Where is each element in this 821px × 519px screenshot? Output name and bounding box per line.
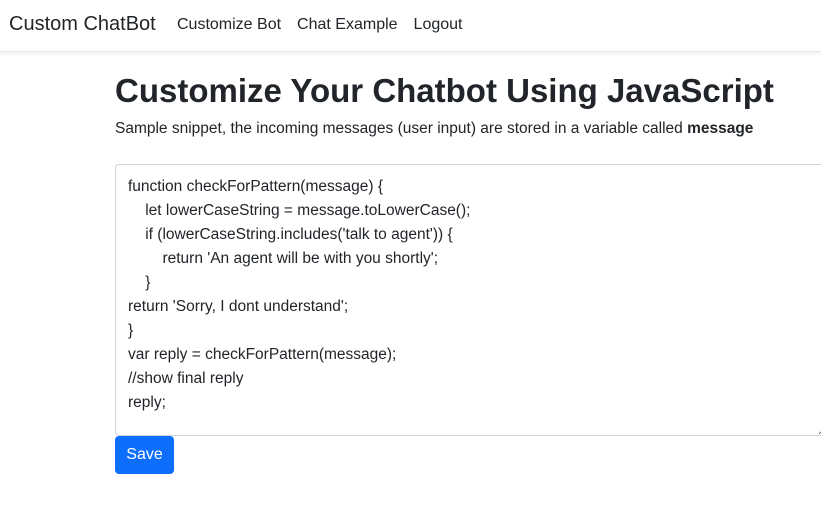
description-text: Sample snippet, the incoming messages (u… (115, 120, 688, 137)
save-button[interactable]: Save (115, 436, 174, 474)
nav-link-customize-bot[interactable]: Customize Bot (177, 16, 281, 34)
main-content: Customize Your Chatbot Using JavaScript … (115, 72, 821, 474)
navbar-brand[interactable]: Custom ChatBot (9, 13, 156, 36)
navbar: Custom ChatBot Customize Bot Chat Exampl… (0, 0, 821, 52)
nav-link-chat-example[interactable]: Chat Example (297, 16, 398, 34)
nav-links: Customize Bot Chat Example Logout (177, 16, 462, 34)
page-description: Sample snippet, the incoming messages (u… (115, 119, 821, 139)
nav-link-logout[interactable]: Logout (414, 16, 463, 34)
code-editor[interactable]: function checkForPattern(message) { let … (115, 164, 821, 436)
description-variable: message (687, 120, 754, 137)
page-title: Customize Your Chatbot Using JavaScript (115, 72, 774, 109)
